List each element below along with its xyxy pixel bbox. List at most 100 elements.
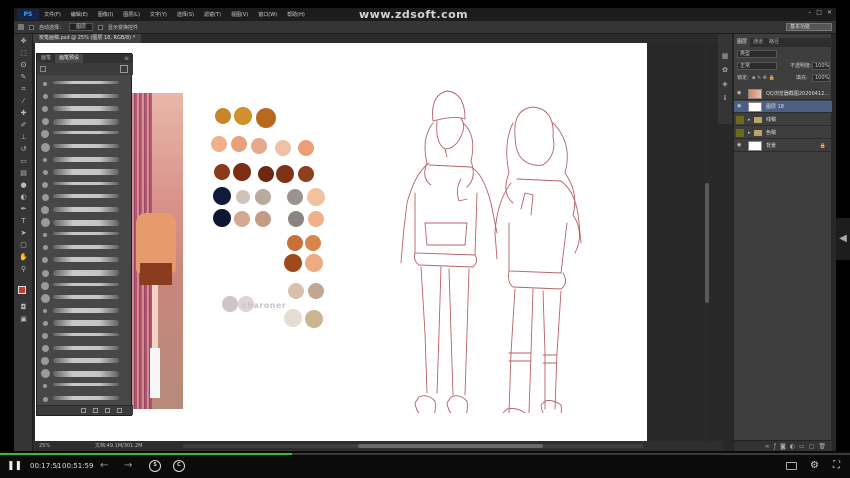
brush-grid-icon[interactable]	[93, 408, 98, 413]
menu-item[interactable]: 文件(F)	[39, 11, 66, 18]
tab-channels[interactable]: 通道	[750, 38, 766, 47]
lock-icons[interactable]: ▪ ✎ ✥ 🔒	[752, 73, 775, 84]
layer-row[interactable]: ◉ QQ浏览器截图20200412...	[734, 88, 832, 100]
brush-preset[interactable]	[39, 191, 131, 203]
crop-tool-icon[interactable]: ⌗	[19, 86, 28, 93]
brush-preset[interactable]	[39, 78, 131, 90]
eraser-tool-icon[interactable]: ▭	[19, 158, 28, 165]
brush-panel-toggle-icon[interactable]	[120, 65, 128, 73]
layer-row[interactable]: ◉ 背景 🔒	[734, 140, 832, 152]
shape-tool-icon[interactable]: ▢	[19, 242, 28, 249]
layer-row[interactable]: ▸ 色稿	[734, 127, 832, 139]
vertical-scrollbar[interactable]	[704, 43, 710, 441]
move-tool-icon[interactable]: ✥	[19, 38, 28, 45]
menu-item[interactable]: 图层(L)	[118, 11, 145, 18]
stamp-tool-icon[interactable]: ⊥	[19, 134, 28, 141]
brush-preset[interactable]	[39, 116, 131, 128]
speed-button-c[interactable]: C	[173, 460, 185, 472]
next-arrow-icon[interactable]: →	[124, 460, 132, 472]
horizontal-scrollbar[interactable]	[183, 444, 643, 448]
horizontal-scroll-thumb[interactable]	[358, 444, 543, 448]
panel-menu-icon[interactable]: ≡	[124, 54, 129, 63]
move-tool-icon[interactable]	[18, 24, 24, 30]
close-icon[interactable]: ✕	[827, 9, 832, 16]
layer-mask-icon[interactable]: ◙	[780, 443, 786, 450]
type-tool-icon[interactable]: T	[19, 218, 28, 225]
brush-preset[interactable]	[39, 380, 131, 392]
pen-tool-icon[interactable]: ✒	[19, 206, 28, 213]
brush-preset[interactable]	[39, 229, 131, 241]
menu-item[interactable]: 图像(I)	[93, 11, 118, 18]
gradient-tool-icon[interactable]: ▤	[19, 170, 28, 177]
menu-item[interactable]: 视图(V)	[226, 11, 253, 18]
menu-item[interactable]: 文字(Y)	[145, 11, 172, 18]
color-panel-icon[interactable]: ✿	[721, 66, 729, 74]
visibility-eye-icon[interactable]: ◉	[737, 143, 743, 148]
subtitle-icon[interactable]	[786, 462, 797, 470]
group-expand-icon[interactable]: ▸	[748, 127, 751, 139]
previous-arrow-icon[interactable]: ←	[100, 460, 108, 472]
auto-select-dropdown[interactable]: 图层	[69, 23, 94, 31]
fullscreen-icon[interactable]: ⛶	[833, 460, 840, 472]
adjustment-layer-icon[interactable]: ◐	[790, 443, 795, 450]
auto-select-checkbox[interactable]	[29, 24, 34, 30]
pause-button[interactable]: ❚❚	[7, 461, 22, 471]
brush-preset[interactable]	[39, 368, 131, 380]
delete-brush-icon[interactable]	[117, 408, 122, 413]
brush-preset[interactable]	[39, 317, 131, 329]
dodge-tool-icon[interactable]: ◐	[19, 194, 28, 201]
brush-tool-icon[interactable]: ✐	[19, 122, 28, 129]
visibility-eye-icon[interactable]	[736, 116, 744, 124]
progress-track[interactable]	[0, 453, 850, 455]
blend-mode-dropdown[interactable]: 正常	[737, 62, 777, 70]
brush-preset[interactable]	[39, 154, 131, 166]
layer-row[interactable]: ▸ 线稿	[734, 114, 832, 126]
eyedropper-tool-icon[interactable]: ⁄	[19, 98, 28, 105]
brush-preset[interactable]	[39, 267, 131, 279]
history-brush-tool-icon[interactable]: ↺	[19, 146, 28, 153]
menu-item[interactable]: 编辑(E)	[66, 11, 93, 18]
tab-paths[interactable]: 路径	[766, 38, 782, 47]
side-collapse-arrow-icon[interactable]: ◀	[836, 218, 850, 260]
new-group-icon[interactable]: ▭	[799, 443, 805, 450]
visibility-eye-icon[interactable]	[736, 129, 744, 137]
brush-preset[interactable]	[39, 355, 131, 367]
brush-preset[interactable]	[39, 204, 131, 216]
adjust-panel-icon[interactable]: ◈	[721, 80, 729, 88]
menu-item[interactable]: 选择(S)	[172, 11, 199, 18]
quick-mask-icon[interactable]: ◘	[19, 304, 28, 311]
layer-row[interactable]: ◉ 图层 18	[734, 101, 832, 113]
brush-preset[interactable]	[39, 305, 131, 317]
transform-controls-checkbox[interactable]	[98, 24, 104, 30]
brush-preset[interactable]	[39, 128, 131, 140]
menu-item[interactable]: 窗口(W)	[253, 11, 282, 18]
healing-tool-icon[interactable]: ✚	[19, 110, 28, 117]
tab-layers[interactable]: 图层	[734, 38, 751, 47]
visibility-eye-icon[interactable]: ◉	[737, 104, 743, 109]
lasso-tool-icon[interactable]: ʘ	[19, 62, 28, 69]
opacity-field[interactable]: 100%	[812, 62, 830, 70]
speed-button-s[interactable]: S	[149, 460, 161, 472]
brush-preset[interactable]	[39, 292, 131, 304]
brush-preset[interactable]	[39, 280, 131, 292]
workspace-dropdown[interactable]: 基本功能	[786, 23, 832, 31]
brush-preset[interactable]	[39, 242, 131, 254]
brush-preset[interactable]	[39, 393, 131, 405]
hand-tool-icon[interactable]: ✋	[19, 254, 28, 261]
brush-toggle-icon[interactable]	[81, 408, 86, 413]
brush-preset[interactable]	[39, 103, 131, 115]
brush-preset[interactable]	[39, 179, 131, 191]
quick-select-tool-icon[interactable]: ✎	[19, 74, 28, 81]
layer-kind-dropdown[interactable]: 类型	[737, 50, 777, 58]
visibility-eye-icon[interactable]: ◉	[737, 91, 743, 96]
menu-item[interactable]: 滤镜(T)	[199, 11, 226, 18]
tab-brush[interactable]: 画笔	[37, 54, 55, 63]
link-layers-icon[interactable]: ∞	[765, 443, 770, 450]
document-info[interactable]: 文档:49.1M/301.2M	[95, 441, 142, 451]
zoom-level[interactable]: 25%	[39, 441, 50, 451]
new-layer-icon[interactable]: ▢	[809, 443, 815, 450]
new-brush-icon[interactable]	[105, 408, 110, 413]
brush-preset[interactable]	[39, 166, 131, 178]
delete-layer-icon[interactable]: 🗑	[818, 443, 826, 450]
layer-style-icon[interactable]: ƒ	[774, 443, 776, 450]
